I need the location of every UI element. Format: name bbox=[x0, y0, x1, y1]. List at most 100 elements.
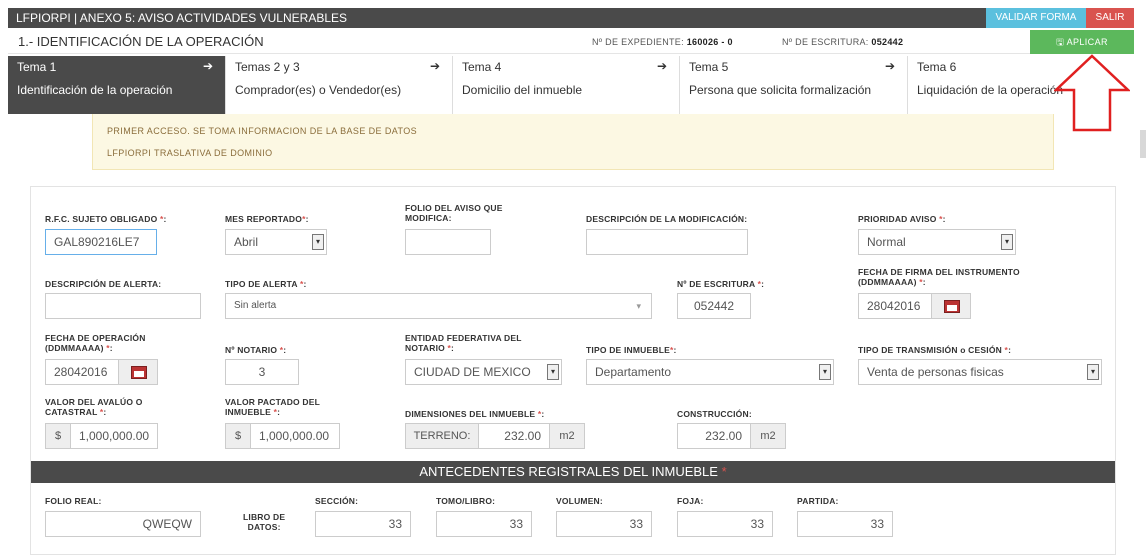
valor-avaluo-label: VALOR DEL AVALÚO O CATASTRAL *: bbox=[45, 397, 143, 417]
notice-line: LFPIORPI TRASLATIVA DE DOMINIO bbox=[107, 148, 273, 158]
folio-real-label: FOLIO REAL: bbox=[45, 496, 102, 506]
tab-description: Domicilio del inmueble bbox=[462, 83, 583, 97]
notice-line: PRIMER ACCESO. SE TOMA INFORMACION DE LA… bbox=[107, 126, 417, 136]
rfc-label: R.F.C. SUJETO OBLIGADO *: bbox=[45, 214, 167, 224]
aplicar-button[interactable]: 🖫 APLICAR bbox=[1030, 30, 1134, 54]
tab-number: Tema 5 bbox=[689, 60, 729, 74]
currency-addon: $ bbox=[225, 423, 251, 449]
top-bar: LFPIORPI | ANEXO 5: AVISO ACTIVIDADES VU… bbox=[8, 8, 1134, 28]
mes-label: MES REPORTADO*: bbox=[225, 214, 309, 224]
arrow-right-icon: ➔ bbox=[202, 59, 213, 73]
expediente-label: Nº DE EXPEDIENTE: bbox=[592, 37, 684, 47]
expediente-value: 160026 - 0 bbox=[686, 37, 733, 47]
calendar-button[interactable] bbox=[118, 359, 158, 385]
tab-description: Liquidación de la operación bbox=[917, 83, 1064, 97]
tab-description: Persona que solicita formalización bbox=[689, 83, 872, 97]
section-title: 1.- IDENTIFICACIÓN DE LA OPERACIÓN bbox=[18, 34, 264, 49]
tab-temas-2-3[interactable]: Temas 2 y 3 ➔ Comprador(es) o Vendedor(e… bbox=[226, 56, 453, 114]
escritura-value: 052442 bbox=[871, 37, 904, 47]
construccion-label: CONSTRUCCIÓN: bbox=[677, 409, 752, 419]
seccion-label: SECCIÓN: bbox=[315, 496, 359, 506]
unit-addon: m2 bbox=[750, 423, 786, 449]
dimensiones-label: DIMENSIONES DEL INMUEBLE *: bbox=[405, 409, 545, 419]
select-arrow-icon: ▾ bbox=[1001, 234, 1013, 250]
tipo-alerta-label: TIPO DE ALERTA *: bbox=[225, 279, 307, 289]
arrow-right-icon: ➔ bbox=[656, 59, 667, 73]
tab-number: Tema 6 bbox=[917, 60, 957, 74]
partida-input[interactable]: 33 bbox=[797, 511, 893, 537]
notice-box: PRIMER ACCESO. SE TOMA INFORMACION DE LA… bbox=[92, 114, 1054, 170]
entidad-federativa-label: ENTIDAD FEDERATIVA DEL NOTARIO *: bbox=[405, 333, 522, 353]
escritura-label: Nº DE ESCRITURA: bbox=[782, 37, 869, 47]
no-escritura-label: Nº DE ESCRITURA *: bbox=[677, 279, 765, 289]
seccion-input[interactable]: 33 bbox=[315, 511, 411, 537]
terreno-addon: TERRENO: bbox=[405, 423, 479, 449]
select-arrow-icon: ▾ bbox=[819, 364, 831, 380]
foja-input[interactable]: 33 bbox=[677, 511, 773, 537]
no-escritura-input[interactable]: 052442 bbox=[677, 293, 751, 319]
escritura-info: Nº DE ESCRITURA: 052442 bbox=[782, 37, 903, 47]
foja-label: FOJA: bbox=[677, 496, 704, 506]
select-arrow-icon: ▾ bbox=[312, 234, 324, 250]
fecha-firma-label: FECHA DE FIRMA DEL INSTRUMENTO (DDMMAAAA)… bbox=[858, 267, 1020, 287]
mes-select[interactable]: Abril ▾ bbox=[225, 229, 327, 255]
scrollbar-thumb[interactable] bbox=[1140, 130, 1146, 158]
folio-aviso-input[interactable] bbox=[405, 229, 491, 255]
arrow-right-icon: ➔ bbox=[884, 59, 895, 73]
folio-aviso-label: FOLIO DEL AVISO QUE MODIFICA: bbox=[405, 203, 503, 223]
folio-real-input[interactable]: QWEQW bbox=[45, 511, 201, 537]
tomo-input[interactable]: 33 bbox=[436, 511, 532, 537]
caret-down-icon: ▾ bbox=[636, 301, 641, 311]
tab-description: Comprador(es) o Vendedor(es) bbox=[235, 83, 402, 97]
tab-tema-4[interactable]: Tema 4 ➔ Domicilio del inmueble bbox=[453, 56, 680, 114]
descripcion-modificacion-input[interactable] bbox=[586, 229, 748, 255]
notario-input[interactable]: 3 bbox=[225, 359, 299, 385]
fecha-operacion-input[interactable]: 28042016 bbox=[45, 359, 119, 385]
tabs-bar: Tema 1 ➔ Identificación de la operación … bbox=[8, 56, 1134, 114]
descripcion-alerta-input[interactable] bbox=[45, 293, 201, 319]
calendar-button[interactable] bbox=[931, 293, 971, 319]
prioridad-label: PRIORIDAD AVISO *: bbox=[858, 214, 946, 224]
tomo-label: TOMO/LIBRO: bbox=[436, 496, 496, 506]
notario-label: Nº NOTARIO *: bbox=[225, 345, 287, 355]
tab-number: Tema 1 bbox=[17, 60, 57, 74]
salir-button[interactable]: SALIR bbox=[1086, 8, 1134, 28]
descripcion-alerta-label: DESCRIPCIÓN DE ALERTA: bbox=[45, 279, 162, 289]
page: LFPIORPI | ANEXO 5: AVISO ACTIVIDADES VU… bbox=[0, 0, 1146, 555]
tipo-inmueble-label: TIPO DE INMUEBLE*: bbox=[586, 345, 677, 355]
form-panel: R.F.C. SUJETO OBLIGADO *: GAL890216LE7 M… bbox=[30, 186, 1116, 555]
valor-pactado-input[interactable]: 1,000,000.00 bbox=[250, 423, 340, 449]
rfc-input[interactable]: GAL890216LE7 bbox=[45, 229, 157, 255]
tipo-transmision-select[interactable]: Venta de personas fisicas ▾ bbox=[858, 359, 1102, 385]
tipo-transmision-label: TIPO DE TRANSMISIÓN o CESIÓN *: bbox=[858, 345, 1012, 355]
validar-forma-button[interactable]: VALIDAR FORMA bbox=[986, 8, 1086, 28]
select-arrow-icon: ▾ bbox=[547, 364, 559, 380]
terreno-input[interactable]: 232.00 bbox=[478, 423, 550, 449]
volumen-input[interactable]: 33 bbox=[556, 511, 652, 537]
section-header: 1.- IDENTIFICACIÓN DE LA OPERACIÓN Nº DE… bbox=[8, 28, 1134, 54]
prioridad-select[interactable]: Normal ▾ bbox=[858, 229, 1016, 255]
tab-tema-1[interactable]: Tema 1 ➔ Identificación de la operación bbox=[8, 56, 226, 114]
expediente-info: Nº DE EXPEDIENTE: 160026 - 0 bbox=[592, 37, 733, 47]
tipo-inmueble-select[interactable]: Departamento ▾ bbox=[586, 359, 834, 385]
calendar-icon bbox=[131, 366, 147, 379]
arrow-right-icon: ➔ bbox=[429, 59, 440, 73]
annotation-arrow-icon bbox=[1054, 54, 1130, 132]
volumen-label: VOLUMEN: bbox=[556, 496, 603, 506]
antecedentes-header: ANTECEDENTES REGISTRALES DEL INMUEBLE * bbox=[31, 461, 1115, 483]
arrow-outline bbox=[1054, 54, 1130, 132]
construccion-input[interactable]: 232.00 bbox=[677, 423, 751, 449]
app-title: LFPIORPI | ANEXO 5: AVISO ACTIVIDADES VU… bbox=[16, 11, 348, 25]
currency-addon: $ bbox=[45, 423, 71, 449]
select-arrow-icon: ▾ bbox=[1087, 364, 1099, 380]
valor-avaluo-input[interactable]: 1,000,000.00 bbox=[70, 423, 158, 449]
descripcion-modificacion-label: DESCRIPCIÓN DE LA MODIFICACIÓN: bbox=[586, 214, 748, 224]
valor-pactado-label: VALOR PACTADO DEL INMUEBLE *: bbox=[225, 397, 321, 417]
entidad-federativa-select[interactable]: CIUDAD DE MEXICO ▾ bbox=[405, 359, 562, 385]
tipo-alerta-select[interactable]: Sin alerta ▾ bbox=[225, 293, 652, 319]
tab-number: Tema 4 bbox=[462, 60, 502, 74]
tab-number: Temas 2 y 3 bbox=[235, 60, 300, 74]
fecha-firma-input[interactable]: 28042016 bbox=[858, 293, 932, 319]
partida-label: PARTIDA: bbox=[797, 496, 839, 506]
tab-tema-5[interactable]: Tema 5 ➔ Persona que solicita formalizac… bbox=[680, 56, 908, 114]
